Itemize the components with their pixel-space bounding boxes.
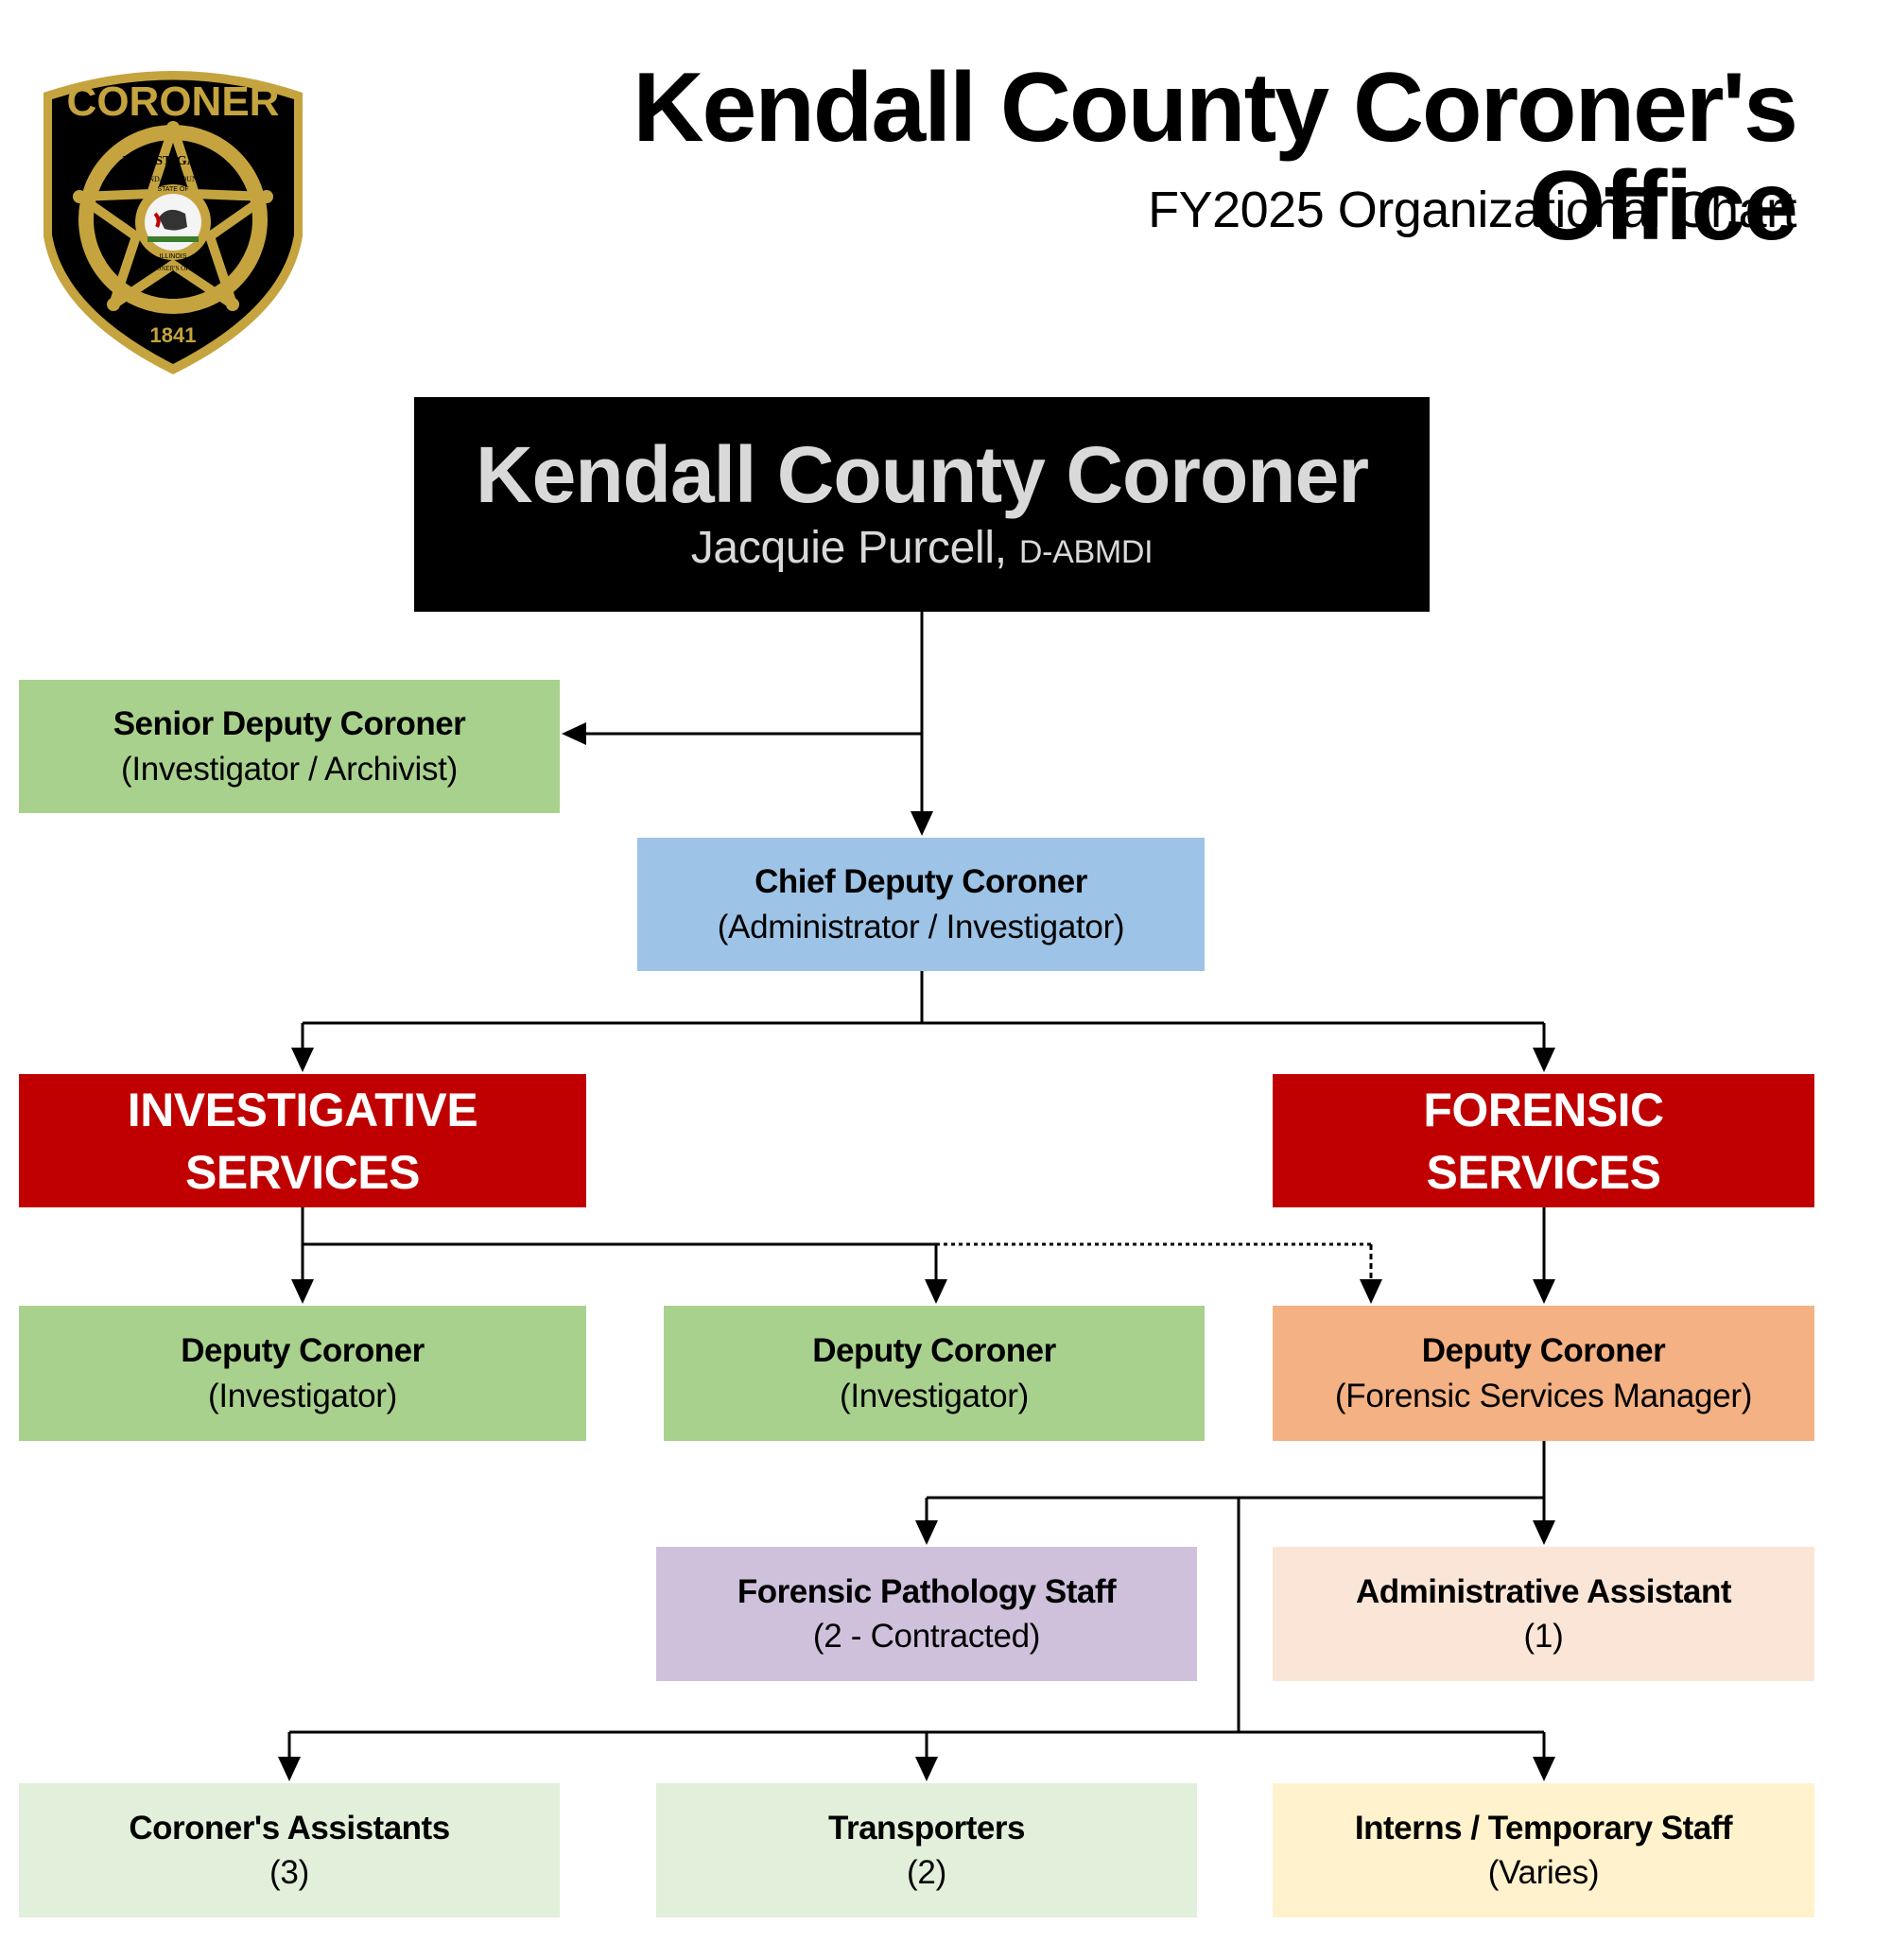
arrow-deputy1 [291, 1279, 314, 1304]
arrow-admin [1533, 1520, 1555, 1545]
node-title: Deputy Coroner [1421, 1332, 1666, 1370]
node-title: Forensic Pathology Staff [737, 1572, 1117, 1610]
node-forensic-pathology: Forensic Pathology Staff (2 - Contracted… [656, 1547, 1197, 1681]
node-role: (Investigator) [839, 1377, 1030, 1414]
node-title: Coroner's Assistants [129, 1809, 450, 1847]
node-interns: Interns / Temporary Staff (Varies) [1273, 1783, 1814, 1917]
node-deputy-forensic-manager: Deputy Coroner (Forensic Services Manage… [1273, 1306, 1814, 1441]
node-deputy-investigator-1: Deputy Coroner (Investigator) [19, 1306, 586, 1441]
node-title: Interns / Temporary Staff [1354, 1809, 1733, 1847]
coroner-name-line: Jacquie Purcell, D-ABMDI [691, 519, 1154, 578]
arrow-pathology [915, 1520, 938, 1545]
node-investigative-services: INVESTIGATIVE SERVICES [19, 1074, 586, 1207]
services-line1: INVESTIGATIVE [127, 1083, 478, 1136]
arrow-assistants [278, 1757, 301, 1781]
node-role: (Varies) [1487, 1854, 1600, 1891]
node-coroner: Kendall County Coroner Jacquie Purcell, … [414, 397, 1430, 612]
node-title: Chief Deputy Coroner [755, 863, 1087, 901]
node-role: (Investigator / Archivist) [121, 750, 458, 788]
node-role: (1) [1523, 1618, 1564, 1655]
node-senior-deputy: Senior Deputy Coroner (Investigator / Ar… [19, 680, 560, 813]
node-coroners-assistants: Coroner's Assistants (3) [19, 1783, 560, 1917]
node-title: Administrative Assistant [1355, 1572, 1732, 1610]
arrow-transporters [915, 1757, 938, 1781]
arrow-interns [1533, 1757, 1555, 1781]
node-title: Deputy Coroner [812, 1332, 1056, 1370]
arrow-dotted-manager [1360, 1279, 1382, 1304]
arrow-chief [911, 811, 933, 836]
node-admin-assistant: Administrative Assistant (1) [1273, 1547, 1814, 1681]
arrow-investigative [291, 1048, 314, 1072]
node-role: (Forensic Services Manager) [1334, 1377, 1753, 1414]
services-line2: SERVICES [185, 1145, 420, 1199]
node-role: (Investigator) [207, 1377, 398, 1414]
services-line2: SERVICES [1426, 1145, 1661, 1199]
arrow-deputy2 [925, 1279, 947, 1304]
services-line1: FORENSIC [1423, 1083, 1664, 1136]
node-role: (Administrator / Investigator) [717, 908, 1125, 945]
node-title: Transporters [828, 1809, 1025, 1847]
coroner-credential: D-ABMDI [1018, 533, 1154, 570]
node-chief-deputy: Chief Deputy Coroner (Administrator / In… [637, 838, 1205, 971]
arrow-senior [562, 722, 586, 745]
node-role: (3) [269, 1854, 309, 1891]
node-transporters: Transporters (2) [656, 1783, 1197, 1917]
coroner-title: Kendall County Coroner [475, 430, 1369, 520]
node-title: Senior Deputy Coroner [113, 705, 466, 743]
node-deputy-investigator-2: Deputy Coroner (Investigator) [664, 1306, 1205, 1441]
node-role: (2) [907, 1854, 946, 1891]
node-title: Deputy Coroner [181, 1332, 425, 1370]
coroner-name: Jacquie Purcell, [690, 522, 1007, 573]
arrow-manager [1533, 1279, 1555, 1304]
arrow-forensic [1533, 1048, 1555, 1072]
node-forensic-services: FORENSIC SERVICES [1273, 1074, 1814, 1207]
node-role: (2 - Contracted) [812, 1618, 1041, 1655]
